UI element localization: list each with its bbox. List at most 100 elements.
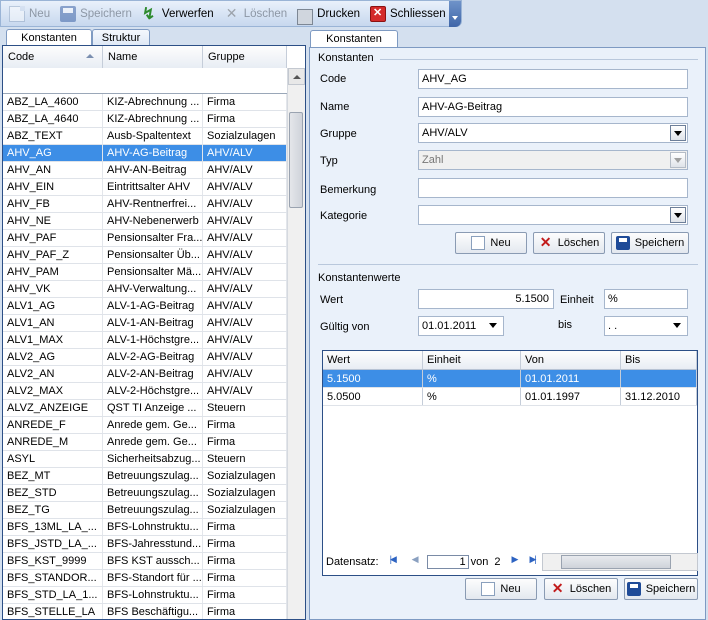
floppy-disk-icon <box>615 236 630 250</box>
code-input[interactable]: AHV_AG <box>418 69 688 89</box>
save-button[interactable]: Speichern <box>56 3 136 25</box>
tab-konstanten-right[interactable]: Konstanten <box>310 30 398 47</box>
cell-name: Betreuungszulag... <box>103 485 203 501</box>
column-header-wert[interactable]: Wert <box>323 351 423 369</box>
cell-code: BEZ_STD <box>3 485 103 501</box>
table-row[interactable]: BFS_JSTD_LA_... BFS-Jahresstund... Firma <box>3 536 287 553</box>
table-row[interactable]: AHV_FB AHV-Rentnerfrei... AHV/ALV <box>3 196 287 213</box>
values-horizontal-scrollbar[interactable] <box>542 553 698 571</box>
bemerkung-input[interactable] <box>418 178 688 198</box>
table-row[interactable]: AHV_EIN Eintrittsalter AHV AHV/ALV <box>3 179 287 196</box>
scroll-thumb[interactable] <box>289 112 303 208</box>
new-button[interactable]: Neu <box>5 3 54 25</box>
wert-new-button[interactable]: Neu <box>465 578 537 600</box>
column-header-bis[interactable]: Bis <box>621 351 697 369</box>
table-row[interactable]: ABZ_TEXT Ausb-Spaltentext Sozialzulagen <box>3 128 287 145</box>
table-row[interactable]: BFS_STD_LA_1... BFS-Lohnstruktu... Firma <box>3 587 287 604</box>
table-row[interactable]: BEZ_MT Betreuungszulag... Sozialzulagen <box>3 468 287 485</box>
cell-gruppe: AHV/ALV <box>203 264 287 280</box>
values-row[interactable]: 5.0500 % 01.01.1997 31.12.2010 <box>323 388 697 406</box>
values-row[interactable]: 5.1500 % 01.01.2011 <box>323 370 697 388</box>
first-record-icon[interactable] <box>390 554 404 569</box>
chevron-down-icon[interactable] <box>670 125 686 141</box>
gruppe-select[interactable]: AHV/ALV <box>418 123 688 143</box>
bis-date-input[interactable]: . . <box>604 316 688 336</box>
cell-gruppe: Firma <box>203 111 287 127</box>
kategorie-select[interactable] <box>418 205 688 225</box>
table-row[interactable]: AHV_PAF Pensionsalter Fra... AHV/ALV <box>3 230 287 247</box>
next-record-icon[interactable] <box>509 554 523 569</box>
wert-delete-button[interactable]: Löschen <box>544 578 618 600</box>
chevron-down-icon[interactable] <box>670 318 686 334</box>
grid-vertical-scrollbar[interactable] <box>287 68 305 619</box>
table-row[interactable]: ALV1_MAX ALV-1-Höchstgre... AHV/ALV <box>3 332 287 349</box>
table-row[interactable]: AHV_AG AHV-AG-Beitrag AHV/ALV <box>3 145 287 162</box>
table-row[interactable]: ALV2_AG ALV-2-AG-Beitrag AHV/ALV <box>3 349 287 366</box>
printer-icon <box>297 8 314 25</box>
toolbar-overflow-button[interactable] <box>449 1 461 27</box>
scroll-up-arrow-icon[interactable] <box>288 68 305 85</box>
column-header-name[interactable]: Name <box>103 46 203 68</box>
table-row[interactable]: ALV2_AN ALV-2-AN-Beitrag AHV/ALV <box>3 366 287 383</box>
konstante-save-button[interactable]: Speichern <box>611 232 689 254</box>
cell-gruppe: Firma <box>203 536 287 552</box>
column-header-code[interactable]: Code <box>3 46 103 68</box>
tab-konstanten-left[interactable]: Konstanten <box>6 29 92 46</box>
name-label: Name <box>320 101 350 113</box>
discard-button[interactable]: Verwerfen <box>138 3 218 25</box>
column-header-einheit[interactable]: Einheit <box>423 351 521 369</box>
table-row[interactable]: ASYL Sicherheitsabzug... Steuern <box>3 451 287 468</box>
table-row[interactable]: AHV_AN AHV-AN-Beitrag AHV/ALV <box>3 162 287 179</box>
chevron-down-icon[interactable] <box>486 318 502 334</box>
konstante-new-button[interactable]: Neu <box>455 232 527 254</box>
table-row[interactable]: ALV1_AN ALV-1-AN-Beitrag AHV/ALV <box>3 315 287 332</box>
tab-struktur[interactable]: Struktur <box>92 29 150 45</box>
name-input[interactable]: AHV-AG-Beitrag <box>418 97 688 117</box>
previous-record-icon[interactable] <box>410 554 424 569</box>
table-row[interactable]: ALVZ_ANZEIGE QST TI Anzeige ... Steuern <box>3 400 287 417</box>
chevron-down-icon[interactable] <box>670 207 686 223</box>
table-row[interactable]: BEZ_STD Betreuungszulag... Sozialzulagen <box>3 485 287 502</box>
cell-code: BFS_STELLE_LA <box>3 604 103 619</box>
section-title-konstanten: Konstanten <box>318 52 374 64</box>
column-header-gruppe[interactable]: Gruppe <box>203 46 287 68</box>
cell-gruppe: Sozialzulagen <box>203 502 287 518</box>
table-row[interactable]: BFS_STANDOR... BFS-Standort für ... Firma <box>3 570 287 587</box>
column-header-von[interactable]: Von <box>521 351 621 369</box>
wert-input[interactable]: 5.1500 <box>418 289 554 309</box>
code-label: Code <box>320 73 347 85</box>
table-row[interactable]: AHV_VK AHV-Verwaltung... AHV/ALV <box>3 281 287 298</box>
scroll-thumb[interactable] <box>561 555 671 569</box>
constants-grid: Code Name Gruppe ABZ_LA_4600 KIZ-Abrechnu… <box>2 45 306 620</box>
cell-gruppe: AHV/ALV <box>203 247 287 263</box>
table-row[interactable]: BFS_13ML_LA_... BFS-Lohnstruktu... Firma <box>3 519 287 536</box>
einheit-input[interactable]: % <box>604 289 688 309</box>
table-row[interactable]: ANREDE_F Anrede gem. Ge... Firma <box>3 417 287 434</box>
cell-code: ALV2_AG <box>3 349 103 365</box>
cell-code: BFS_STD_LA_1... <box>3 587 103 603</box>
record-number-input[interactable]: 1 <box>426 555 469 569</box>
gueltig-von-date-input[interactable]: 01.01.2011 <box>418 316 504 336</box>
konstante-delete-button[interactable]: Löschen <box>533 232 605 254</box>
table-row[interactable]: ALV2_MAX ALV-2-Höchstgre... AHV/ALV <box>3 383 287 400</box>
cell-gruppe: Sozialzulagen <box>203 128 287 144</box>
table-row[interactable]: ABZ_LA_4640 KIZ-Abrechnung ... Firma <box>3 111 287 128</box>
cell-name: Eintrittsalter AHV <box>103 179 203 195</box>
delete-button[interactable]: Löschen <box>220 3 291 25</box>
floppy-disk-icon <box>60 5 77 22</box>
grid-filter-row[interactable] <box>3 68 287 94</box>
table-row[interactable]: BFS_STELLE_LA BFS Beschäftigu... Firma <box>3 604 287 619</box>
table-row[interactable]: AHV_PAM Pensionsalter Mä... AHV/ALV <box>3 264 287 281</box>
table-row[interactable]: BFS_KST_9999 BFS KST aussch... Firma <box>3 553 287 570</box>
close-button[interactable]: Schliessen <box>366 3 450 25</box>
table-row[interactable]: AHV_NE AHV-Nebenerwerb AHV/ALV <box>3 213 287 230</box>
table-row[interactable]: ANREDE_M Anrede gem. Ge... Firma <box>3 434 287 451</box>
gueltig-von-label: Gültig von <box>320 321 370 333</box>
table-row[interactable]: ABZ_LA_4600 KIZ-Abrechnung ... Firma <box>3 94 287 111</box>
table-row[interactable]: BEZ_TG Betreuungszulag... Sozialzulagen <box>3 502 287 519</box>
print-button[interactable]: Drucken <box>293 3 364 25</box>
wert-save-button[interactable]: Speichern <box>624 578 698 600</box>
table-row[interactable]: AHV_PAF_Z Pensionsalter Üb... AHV/ALV <box>3 247 287 264</box>
cell-bis <box>621 370 697 387</box>
table-row[interactable]: ALV1_AG ALV-1-AG-Beitrag AHV/ALV <box>3 298 287 315</box>
